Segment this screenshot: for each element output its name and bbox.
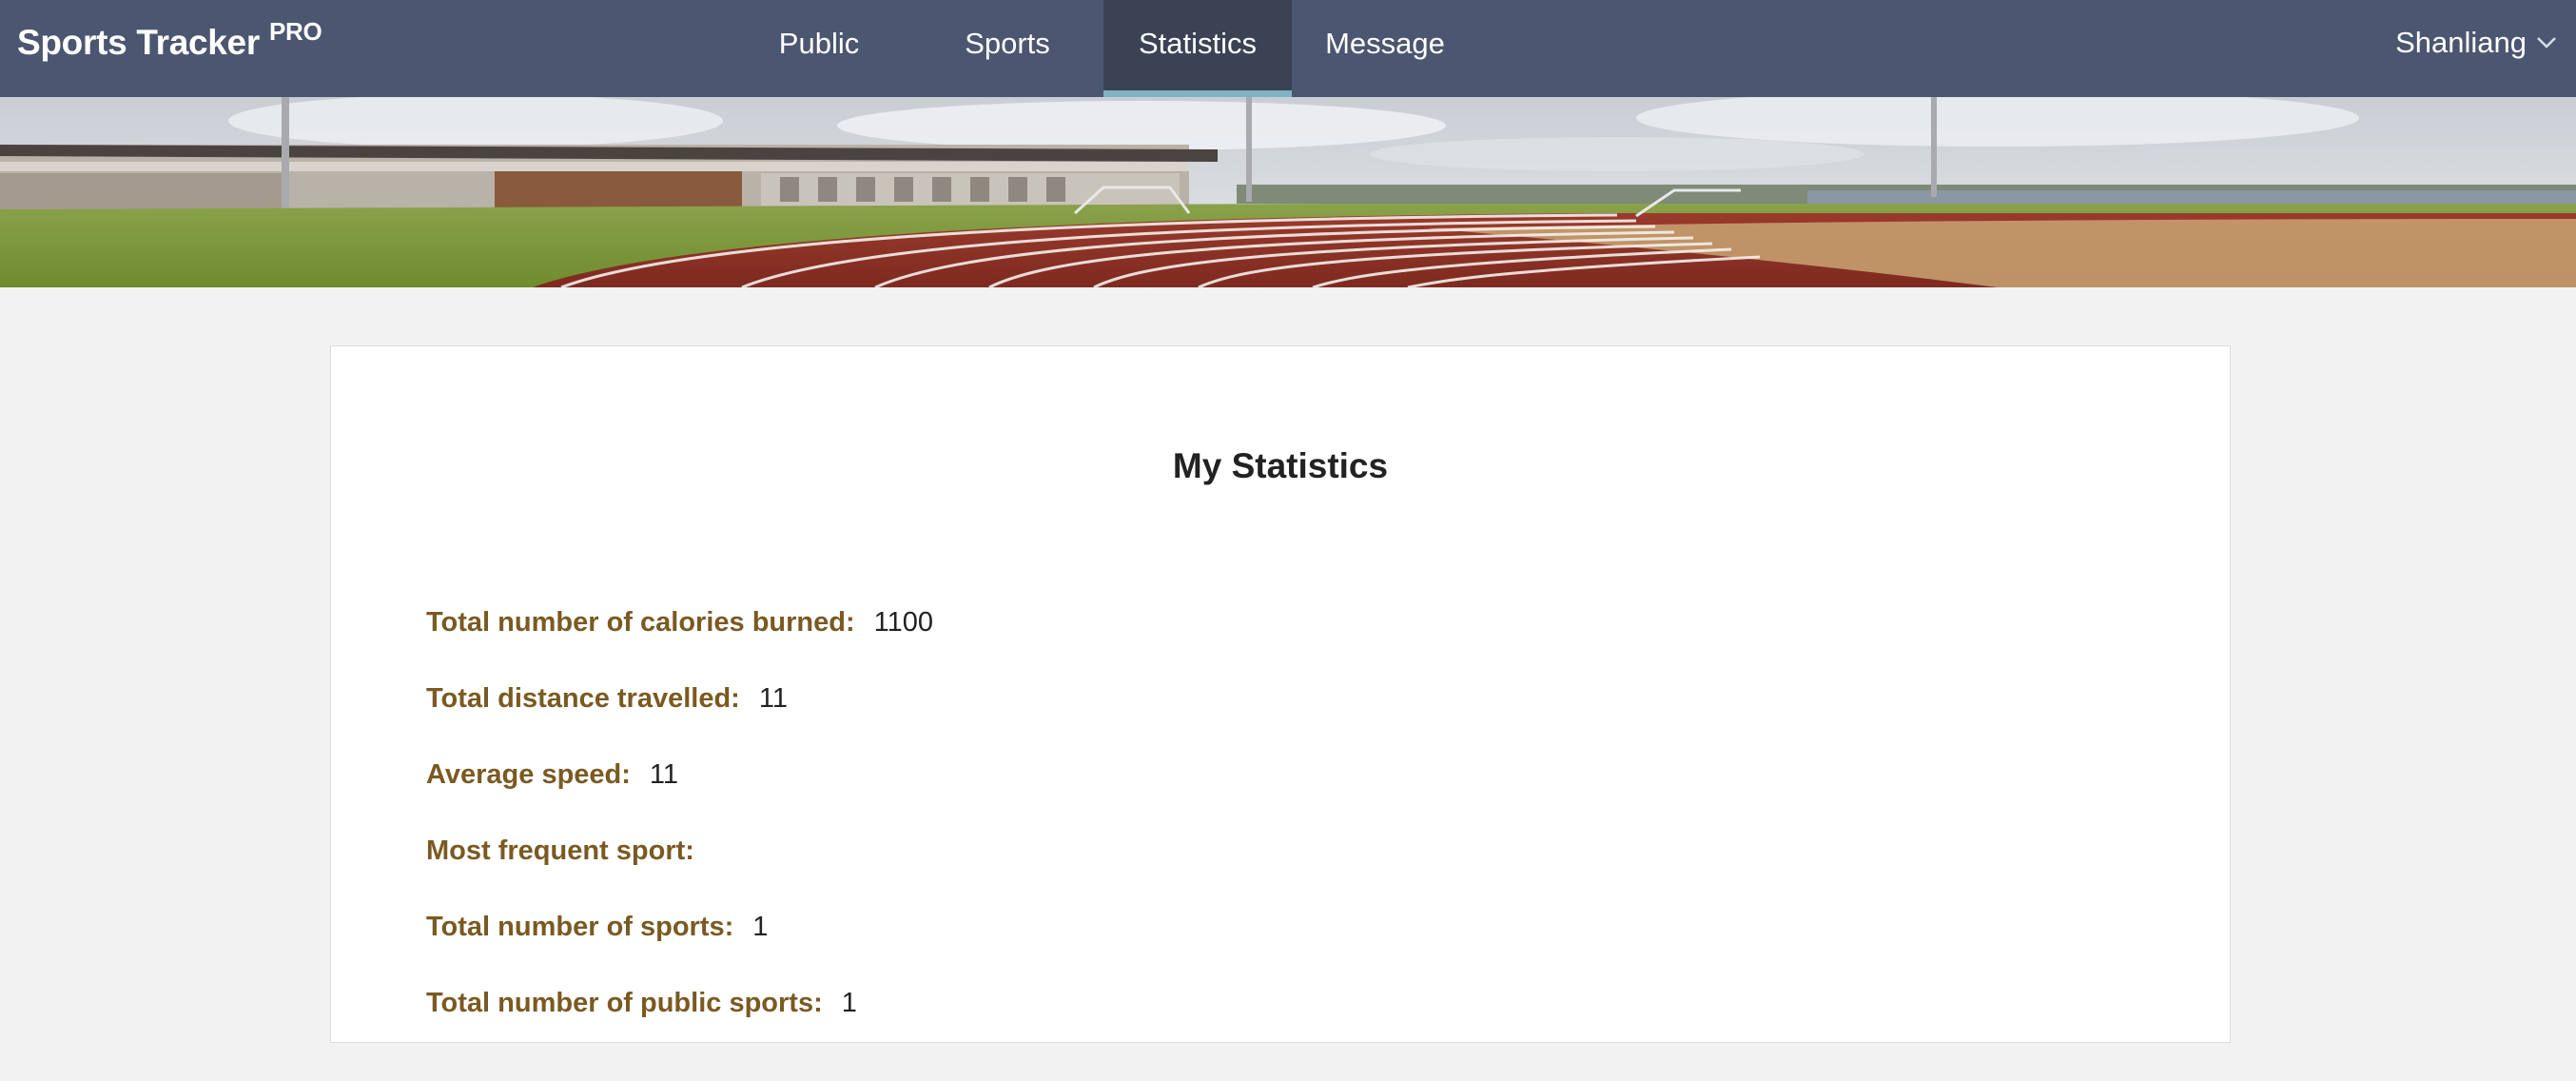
chevron-down-icon <box>2537 37 2556 49</box>
hero-banner <box>0 97 2576 287</box>
tab-statistics-label: Statistics <box>1138 27 1258 60</box>
statistics-card: My Statistics Total number of calories b… <box>330 345 2231 1043</box>
stat-row-total-public-sports: Total number of public sports: 1 <box>426 988 857 1019</box>
user-name: Shanliang <box>2395 26 2527 59</box>
tab-sports-label: Sports <box>965 27 1050 60</box>
stat-value: 1 <box>752 912 769 942</box>
stat-row-most-frequent-sport: Most frequent sport: <box>426 835 713 867</box>
tab-public-label: Public <box>778 27 860 60</box>
tab-statistics[interactable]: Statistics <box>1103 0 1292 97</box>
stat-label: Total distance travelled: <box>426 683 740 714</box>
stat-label: Total number of calories burned: <box>426 607 855 638</box>
stat-label: Most frequent sport: <box>426 835 694 866</box>
user-menu[interactable]: Shanliang <box>2395 0 2557 86</box>
hero-track-image <box>0 97 2576 287</box>
stat-value: 1100 <box>873 607 933 638</box>
brand-name: Sports Tracker <box>17 23 260 62</box>
tab-sports[interactable]: Sports <box>930 0 1084 97</box>
stat-row-distance: Total distance travelled: 11 <box>426 683 788 715</box>
brand-logo[interactable]: Sports Tracker PRO <box>17 0 322 86</box>
stat-row-calories: Total number of calories burned: 1100 <box>426 607 933 639</box>
stat-value: 1 <box>841 988 857 1018</box>
stat-row-total-sports: Total number of sports: 1 <box>426 912 768 943</box>
stat-label: Total number of sports: <box>426 912 734 942</box>
tab-message[interactable]: Message <box>1309 0 1461 97</box>
stat-value: 11 <box>649 759 679 790</box>
top-navbar: Sports Tracker PRO Public Sports Statist… <box>0 0 2576 97</box>
brand-badge: PRO <box>268 16 322 46</box>
stat-label: Average speed: <box>426 759 631 790</box>
tab-public[interactable]: Public <box>742 0 896 97</box>
page-title: My Statistics <box>1172 446 1389 485</box>
stat-value: 11 <box>758 683 788 714</box>
tab-message-label: Message <box>1325 27 1445 60</box>
stat-label: Total number of public sports: <box>426 988 823 1018</box>
stat-row-average-speed: Average speed: 11 <box>426 759 678 791</box>
